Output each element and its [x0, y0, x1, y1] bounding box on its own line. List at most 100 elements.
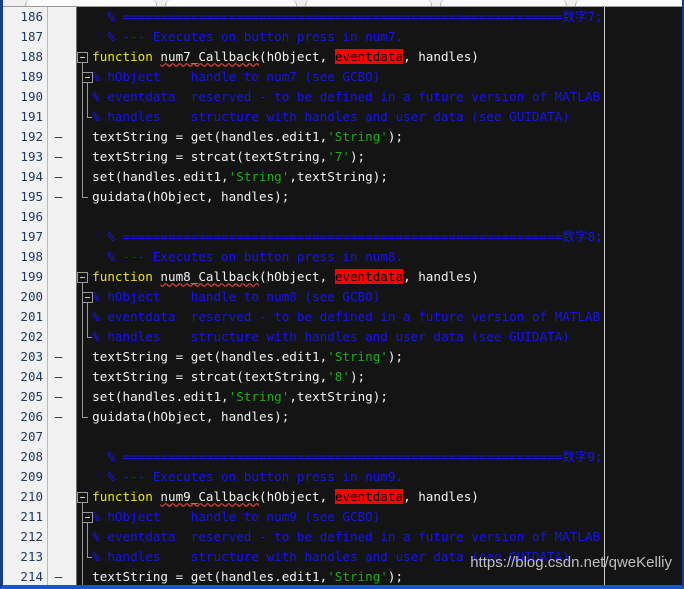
- code-line[interactable]: % --- Executes on button press in num9.: [77, 467, 682, 487]
- line-number: 202: [20, 329, 43, 344]
- code-line[interactable]: % ======================================…: [77, 447, 682, 467]
- code-token-plain: textString = get(handles.edit1,: [77, 349, 328, 364]
- editor-tab[interactable]: [575, 0, 682, 6]
- code-token-plain: );: [387, 349, 404, 364]
- code-token-comment: % ======================================…: [77, 229, 563, 244]
- code-token-comment: % ======================================…: [77, 9, 563, 24]
- code-line[interactable]: % --- Executes on button press in num8.: [77, 247, 682, 267]
- line-number: 192: [20, 129, 43, 144]
- code-line[interactable]: [77, 207, 682, 227]
- code-token-keyword: function: [77, 49, 161, 64]
- code-line[interactable]: set(handles.edit1,'String',textString);: [77, 387, 682, 407]
- executable-line-marker[interactable]: –: [54, 567, 63, 585]
- breakpoint-gutter[interactable]: ––––––––––: [48, 6, 77, 585]
- executable-line-marker[interactable]: –: [54, 387, 63, 407]
- line-number: 193: [20, 149, 43, 164]
- code-line[interactable]: % eventdata reserved - to be defined in …: [77, 307, 682, 327]
- code-token-plain: );: [387, 569, 404, 584]
- line-number: 208: [20, 449, 43, 464]
- code-token-plain: , handles): [403, 269, 479, 284]
- code-token-plain: textString = get(handles.edit1,: [77, 129, 328, 144]
- code-line[interactable]: % hObject handle to num8 (see GCBO): [77, 287, 682, 307]
- code-token-comment: % eventdata reserved - to be defined in …: [77, 309, 601, 324]
- code-line[interactable]: textString = get(handles.edit1,'String')…: [77, 347, 682, 367]
- code-token-plain: , handles): [403, 489, 479, 504]
- line-number: 214: [20, 569, 43, 584]
- executable-line-marker[interactable]: –: [54, 347, 63, 367]
- code-line[interactable]: % ======================================…: [77, 227, 682, 247]
- line-number: 187: [20, 29, 43, 44]
- code-token-keyword: function: [77, 269, 161, 284]
- line-number: 209: [20, 469, 43, 484]
- code-token-comment: % hObject handle to num8 (see GCBO): [77, 289, 381, 304]
- line-number: 199: [20, 269, 43, 284]
- editor-tab[interactable]: [305, 0, 432, 6]
- column-limit-ruler: [604, 6, 605, 585]
- code-token-plain: (hObject,: [258, 49, 335, 64]
- executable-line-marker[interactable]: –: [54, 407, 63, 427]
- code-token-comment: % ======================================…: [77, 449, 563, 464]
- editor-tab[interactable]: [165, 0, 297, 6]
- code-token-error: eventdata: [334, 489, 404, 504]
- code-line[interactable]: % ======================================…: [77, 7, 682, 27]
- executable-line-marker[interactable]: –: [54, 167, 63, 187]
- code-line[interactable]: % --- Executes on button press in num7.: [77, 27, 682, 47]
- line-number: 189: [20, 69, 43, 84]
- code-line[interactable]: % eventdata reserved - to be defined in …: [77, 527, 682, 547]
- code-token-comment: % eventdata reserved - to be defined in …: [77, 529, 601, 544]
- code-editing-area[interactable]: % ======================================…: [77, 6, 682, 585]
- code-line[interactable]: function num9_Callback(hObject, eventdat…: [77, 487, 682, 507]
- line-number-gutter: 186 187 188 189 190 191 192 193 194 195 196 197 198 1…: [3, 6, 48, 585]
- code-token-error: eventdata: [334, 269, 404, 284]
- code-token-comment: % handles structure with handles and use…: [77, 109, 570, 124]
- executable-line-marker[interactable]: –: [54, 187, 63, 207]
- line-number: 197: [20, 229, 43, 244]
- code-token-comment: % --- Executes on button press in num9.: [77, 469, 404, 484]
- line-number: 194: [20, 169, 43, 184]
- code-line[interactable]: guidata(hObject, handles);: [77, 407, 682, 427]
- executable-line-marker[interactable]: –: [54, 127, 63, 147]
- code-line[interactable]: set(handles.edit1,'String',textString);: [77, 167, 682, 187]
- code-line[interactable]: % handles structure with handles and use…: [77, 107, 682, 127]
- code-token-error: eventdata: [334, 49, 404, 64]
- line-number: 190: [20, 89, 43, 104]
- code-line[interactable]: function num7_Callback(hObject, eventdat…: [77, 47, 682, 67]
- editor-tab-strip[interactable]: [3, 0, 682, 7]
- code-line[interactable]: % eventdata reserved - to be defined in …: [77, 87, 682, 107]
- code-line[interactable]: % handles structure with handles and use…: [77, 327, 682, 347]
- code-token-plain: (hObject,: [258, 489, 335, 504]
- line-number: 201: [20, 309, 43, 324]
- code-token-plain: guidata(hObject, handles);: [77, 189, 290, 204]
- code-token-string: 'String': [327, 569, 388, 584]
- code-token-warning: num7_Callback: [160, 49, 259, 64]
- code-token-plain: );: [387, 129, 404, 144]
- code-line[interactable]: [77, 427, 682, 447]
- code-line[interactable]: function num8_Callback(hObject, eventdat…: [77, 267, 682, 287]
- watermark-url: https://blog.csdn.net/qweKelliy: [470, 554, 672, 571]
- code-line[interactable]: textString = get(handles.edit1,'String')…: [77, 127, 682, 147]
- code-token-comment: % eventdata reserved - to be defined in …: [77, 89, 601, 104]
- code-line[interactable]: textString = strcat(textString,'7');: [77, 147, 682, 167]
- executable-line-marker[interactable]: –: [54, 367, 63, 387]
- code-token-plain: textString = strcat(textString,: [77, 149, 328, 164]
- code-token-string: 'String': [327, 129, 388, 144]
- executable-line-marker[interactable]: –: [54, 147, 63, 167]
- code-token-comment: % hObject handle to num9 (see GCBO): [77, 509, 381, 524]
- code-token-comment: % --- Executes on button press in num7.: [77, 29, 404, 44]
- editor-tab[interactable]: [25, 0, 157, 6]
- code-token-plain: (hObject,: [258, 269, 335, 284]
- line-number: 191: [20, 109, 43, 124]
- code-line[interactable]: textString = strcat(textString,'8');: [77, 367, 682, 387]
- code-token-keyword: function: [77, 489, 161, 504]
- code-line[interactable]: % hObject handle to num9 (see GCBO): [77, 507, 682, 527]
- code-line[interactable]: % hObject handle to num7 (see GCBO): [77, 67, 682, 87]
- code-token-comment: % hObject handle to num7 (see GCBO): [77, 69, 381, 84]
- code-line[interactable]: guidata(hObject, handles);: [77, 187, 682, 207]
- line-number: 198: [20, 249, 43, 264]
- editor-tab[interactable]: [440, 0, 567, 6]
- line-number: 204: [20, 369, 43, 384]
- line-number: 212: [20, 529, 43, 544]
- line-number: 186: [20, 9, 43, 24]
- code-token-plain: ,textString);: [289, 169, 388, 184]
- code-token-string: 'String': [228, 389, 290, 404]
